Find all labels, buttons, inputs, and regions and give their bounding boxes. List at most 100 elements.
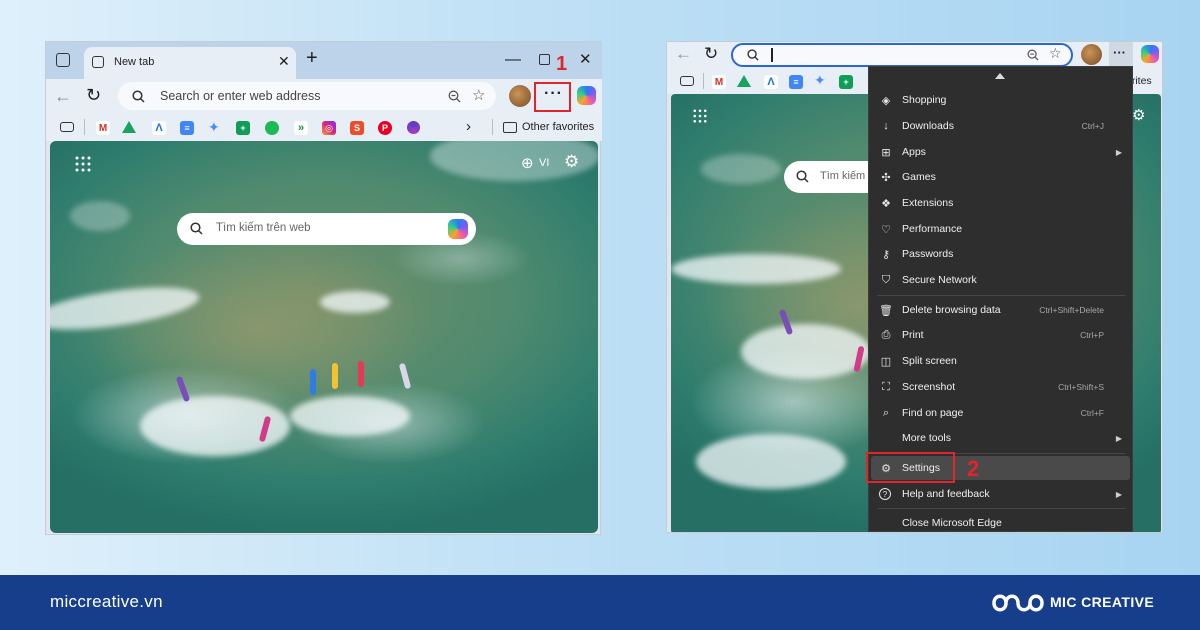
ads-icon[interactable]: Λ bbox=[764, 75, 778, 89]
language-label[interactable]: VI bbox=[539, 157, 549, 169]
menu-item-split-screen[interactable]: ◫ Split screen bbox=[869, 349, 1132, 373]
back-icon[interactable]: ← bbox=[54, 86, 72, 107]
apps-grid-icon[interactable] bbox=[693, 109, 707, 123]
extension-icon[interactable] bbox=[407, 121, 420, 134]
menu-item-label: Delete browsing data bbox=[902, 304, 1001, 316]
shopee-icon[interactable]: S bbox=[350, 121, 364, 135]
menu-item-help-and-feedback[interactable]: ? Help and feedback ▶ bbox=[869, 482, 1132, 506]
gemini-icon[interactable]: ✦ bbox=[814, 72, 826, 89]
favorite-star-icon[interactable]: ☆ bbox=[472, 86, 485, 104]
copilot-icon[interactable] bbox=[577, 86, 596, 105]
zoom-icon[interactable] bbox=[448, 90, 461, 103]
toolbar: ← ↻ ☆ ··· bbox=[667, 42, 1162, 68]
separator bbox=[84, 119, 85, 135]
gmail-icon[interactable]: M bbox=[712, 75, 726, 89]
drive-icon[interactable] bbox=[737, 75, 751, 87]
globe-icon[interactable]: ⊕ bbox=[521, 154, 534, 172]
close-window-icon[interactable]: ✕ bbox=[579, 50, 592, 68]
address-bar[interactable]: Search or enter web address ☆ bbox=[118, 82, 496, 110]
menu-item-games[interactable]: ✣ Games bbox=[869, 165, 1132, 189]
maximize-icon[interactable] bbox=[539, 54, 550, 65]
website-link[interactable]: miccreative.vn bbox=[50, 592, 163, 612]
menu-item-performance[interactable]: ♡ Performance bbox=[869, 217, 1132, 241]
menu-item-more-tools[interactable]: More tools ▶ bbox=[869, 426, 1132, 450]
apps-grid-icon[interactable] bbox=[75, 156, 91, 172]
heartbeat-icon: ♡ bbox=[881, 223, 891, 236]
docs-icon[interactable]: ≡ bbox=[180, 121, 194, 135]
menu-item-close-edge[interactable]: Close Microsoft Edge bbox=[869, 511, 1132, 535]
profile-avatar[interactable] bbox=[1081, 44, 1102, 65]
spotify-icon[interactable] bbox=[265, 121, 279, 135]
pinterest-icon[interactable]: P bbox=[378, 121, 392, 135]
address-bar[interactable]: ☆ bbox=[731, 43, 1073, 67]
minimize-icon[interactable]: — bbox=[505, 51, 521, 69]
zoom-icon[interactable] bbox=[1027, 49, 1039, 61]
collections-icon[interactable] bbox=[60, 122, 74, 132]
menu-item-secure-network[interactable]: ⛉ Secure Network bbox=[869, 268, 1132, 292]
menu-item-label: Screenshot bbox=[902, 381, 956, 393]
copilot-icon[interactable] bbox=[448, 219, 468, 239]
collections-icon[interactable] bbox=[680, 76, 694, 86]
close-tab-icon[interactable]: ✕ bbox=[278, 53, 290, 70]
more-options-icon[interactable]: ··· bbox=[544, 85, 563, 103]
page-settings-icon[interactable]: ⚙ bbox=[564, 152, 579, 172]
page-settings-icon[interactable]: ⚙ bbox=[1132, 106, 1145, 124]
step-number-1: 1 bbox=[556, 53, 568, 75]
drive-icon[interactable] bbox=[122, 121, 136, 133]
menu-item-print[interactable]: ⎙ Print Ctrl+P bbox=[869, 323, 1132, 347]
folder-icon bbox=[503, 122, 517, 133]
menu-item-delete-browsing-data[interactable]: 🗑 Delete browsing data Ctrl+Shift+Delete bbox=[869, 298, 1132, 322]
menu-item-label: Downloads bbox=[902, 120, 954, 132]
copilot-icon[interactable] bbox=[1141, 45, 1159, 63]
tab-strip: New tab ✕ + — ✕ bbox=[46, 42, 602, 79]
address-placeholder: Search or enter web address bbox=[160, 89, 321, 103]
refresh-icon[interactable]: ↻ bbox=[704, 44, 718, 64]
gmail-icon[interactable]: M bbox=[96, 121, 110, 135]
menu-item-downloads[interactable]: ↓ Downloads Ctrl+J bbox=[869, 114, 1132, 138]
new-tab-background: ⊕ VI ⚙ Tìm kiếm trên web bbox=[50, 141, 598, 533]
toolbar: ← ↻ Search or enter web address ☆ ··· bbox=[46, 79, 602, 115]
apps-icon: ⊞ bbox=[881, 146, 891, 159]
refresh-icon[interactable]: ↻ bbox=[86, 85, 101, 106]
tab-actions-icon[interactable] bbox=[56, 53, 70, 67]
menu-item-label: Find on page bbox=[902, 407, 964, 419]
menu-item-label: Apps bbox=[902, 146, 926, 158]
new-tab-page-icon bbox=[92, 56, 104, 68]
menu-item-shopping[interactable]: ◈ Shopping bbox=[869, 88, 1132, 112]
menu-item-shortcut: Ctrl+Shift+S bbox=[1058, 382, 1104, 392]
puzzle-icon: ❖ bbox=[881, 197, 891, 210]
menu-item-label: Print bbox=[902, 329, 924, 341]
web-search-placeholder: Tìm kiếm bbox=[820, 170, 866, 182]
play-icon[interactable]: » bbox=[294, 121, 308, 135]
menu-item-find-on-page[interactable]: ⌕ Find on page Ctrl+F bbox=[869, 401, 1132, 425]
help-icon: ? bbox=[879, 488, 891, 500]
text-cursor bbox=[771, 48, 773, 62]
menu-separator bbox=[877, 508, 1125, 509]
menu-item-extensions[interactable]: ❖ Extensions bbox=[869, 191, 1132, 215]
download-icon: ↓ bbox=[883, 120, 889, 132]
favorite-star-icon[interactable]: ☆ bbox=[1049, 45, 1062, 62]
other-favorites-label[interactable]: Other favorites bbox=[522, 121, 594, 133]
ads-icon[interactable]: Λ bbox=[152, 121, 166, 135]
menu-item-shortcut: Ctrl+P bbox=[1080, 330, 1104, 340]
gemini-icon[interactable]: ✦ bbox=[208, 119, 220, 136]
profile-avatar[interactable] bbox=[509, 85, 531, 107]
menu-item-screenshot[interactable]: ⛶ Screenshot Ctrl+Shift+S bbox=[869, 375, 1132, 399]
tab-new-tab[interactable]: New tab ✕ bbox=[84, 47, 296, 79]
back-icon[interactable]: ← bbox=[675, 44, 692, 64]
web-search-box[interactable]: Tìm kiếm trên web bbox=[177, 213, 476, 245]
docs-icon[interactable]: ≡ bbox=[789, 75, 803, 89]
scroll-up-icon[interactable] bbox=[995, 73, 1005, 79]
menu-item-passwords[interactable]: ⚷ Passwords bbox=[869, 242, 1132, 266]
search-icon bbox=[132, 90, 145, 103]
sheets-icon[interactable]: + bbox=[236, 121, 250, 135]
web-search-placeholder: Tìm kiếm trên web bbox=[216, 222, 311, 234]
submenu-arrow-icon: ▶ bbox=[1115, 147, 1122, 157]
more-options-icon[interactable]: ··· bbox=[1113, 45, 1126, 60]
menu-item-apps[interactable]: ⊞ Apps ▶ bbox=[869, 140, 1132, 164]
sheets-icon[interactable]: + bbox=[839, 75, 853, 89]
tag-icon: ◈ bbox=[881, 94, 891, 107]
instagram-icon[interactable]: ◎ bbox=[322, 121, 336, 135]
chevron-right-icon[interactable]: › bbox=[466, 118, 471, 135]
new-tab-button[interactable]: + bbox=[306, 47, 318, 70]
